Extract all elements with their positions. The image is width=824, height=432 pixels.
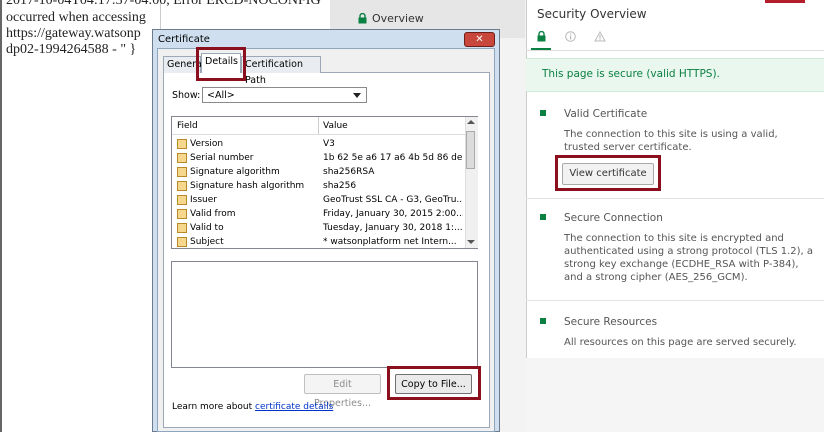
table-row[interactable]: Valid from Friday, January 30, 2015 2:00.… [0,207,465,221]
secure-connection-text: The connection to this site is encrypted… [564,233,814,283]
lock-icon [358,13,367,24]
highlight-copy-to-file [387,366,481,400]
secure-resources-heading: Secure Resources [564,316,658,328]
dialog-title: Certificate [158,34,210,45]
nav-overview-label: Overview [372,12,424,25]
row-field: Subject [190,237,224,247]
row-value: V3 [323,139,335,149]
learn-more-text: Learn more about certificate details [172,402,333,412]
error-line-2: occurred when accessing [6,10,146,25]
error-line-1: 2017-10-04T04:17:37-04:00, Error ERCD-NO… [6,0,321,8]
table-row[interactable]: Subject * watsonplatform net Intern... [0,235,465,247]
valid-certificate-heading: Valid Certificate [564,108,648,120]
row-field: Version [190,139,224,149]
show-label: Show: [172,90,201,101]
row-value: * watsonplatform net Intern... [323,237,457,247]
warning-icon[interactable] [594,31,606,42]
row-value: 1b 62 5e a6 17 a6 4b 5d 86 de... [323,153,463,163]
row-value: sha256RSA [323,167,375,177]
error-line-4: dp02-1994264588 - " } [6,42,137,57]
certificate-field-icon [177,223,187,233]
row-value: GeoTrust SSL CA - G3, GeoTru... [323,195,463,205]
table-row[interactable]: Signature algorithm sha256RSA [0,165,465,179]
divider [526,300,824,301]
row-field: Valid from [190,209,236,219]
row-field: Issuer [190,195,217,205]
certificate-details-link[interactable]: certificate details [255,402,333,412]
show-dropdown-value: <All> [207,90,235,101]
panel-footer [526,358,824,432]
table-row[interactable]: Valid to Tuesday, January 30, 2018 1:... [0,221,465,235]
certificate-field-icon [177,139,187,149]
highlight-marker [765,0,805,3]
certificate-field-icon [177,209,187,219]
table-row[interactable]: Issuer GeoTrust SSL CA - G3, GeoTru... [0,193,465,207]
field-detail-box[interactable] [171,261,478,368]
row-value: Friday, January 30, 2015 2:00... [323,209,463,219]
divider [526,50,824,51]
highlight-details-tab [196,47,246,81]
row-field: Serial number [190,153,254,163]
certificate-field-icon [177,181,187,191]
learn-more-prefix: Learn more about [172,402,256,412]
row-value: sha256 [323,181,357,191]
row-field: Signature algorithm [190,167,280,177]
tab-certification-path[interactable]: Certification Path [241,56,321,86]
column-header-field[interactable]: Field [177,121,198,131]
scrollbar-thumb[interactable] [466,131,475,169]
scroll-up-icon[interactable] [467,119,475,125]
table-row[interactable]: Serial number 1b 62 5e a6 17 a6 4b 5d 86 … [0,151,465,165]
secure-connection-heading: Secure Connection [564,212,663,224]
row-field: Valid to [190,223,224,233]
certificate-field-icon [177,167,187,177]
secure-lock-icon[interactable] [537,31,546,42]
show-dropdown[interactable]: <All> [202,87,367,103]
secure-banner-text: This page is secure (valid HTTPS). [542,68,720,80]
close-button[interactable]: ✕ [464,32,495,47]
chevron-down-icon [353,93,361,98]
scroll-down-icon[interactable] [467,239,475,245]
row-field: Signature hash algorithm [190,181,305,191]
secure-resources-status-icon [540,318,546,324]
certificate-field-icon [177,153,187,163]
secure-resources-text: All resources on this page are served se… [564,337,797,348]
row-value: Tuesday, January 30, 2018 1:... [323,223,463,233]
edit-properties-button[interactable]: Edit Properties... [304,374,381,409]
valid-certificate-text: The connection to this site is using a v… [564,129,778,153]
divider [526,198,824,199]
column-separator[interactable] [318,117,319,134]
table-row[interactable]: Signature hash algorithm sha256 [0,179,465,193]
secure-connection-status-icon [540,214,546,220]
table-row[interactable]: Version V3 [0,137,465,151]
column-header-value[interactable]: Value [323,121,348,131]
certificate-field-icon [177,195,187,205]
error-line-3: https://gateway.watsonp [6,26,141,41]
panel-title: Security Overview [537,7,647,21]
certificate-field-icon [177,237,187,247]
view-certificate-button[interactable]: View certificate [562,163,654,185]
info-icon[interactable] [565,31,576,42]
valid-certificate-status-icon [540,110,546,116]
